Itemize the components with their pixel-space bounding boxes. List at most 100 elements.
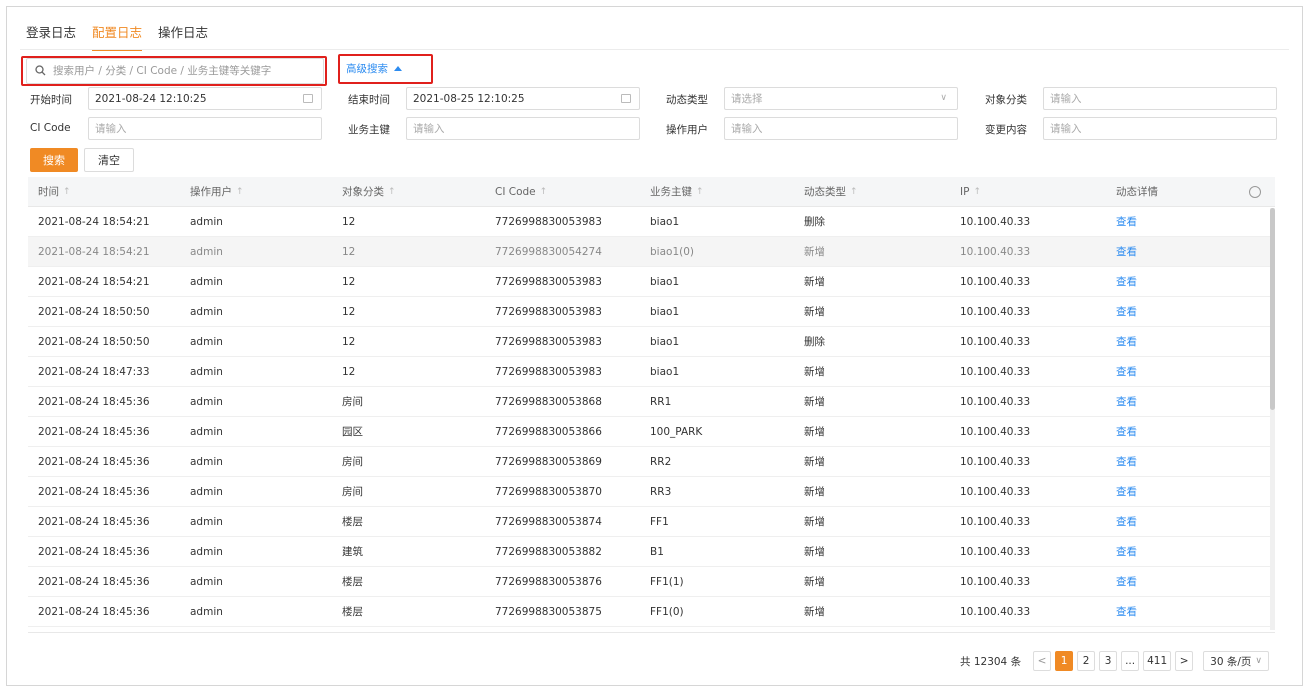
ci-code-input[interactable]: 请输入 [88,117,322,140]
log-tabs: 登录日志 配置日志 操作日志 [26,22,208,51]
dynamic-type-label: 动态类型 [666,94,708,106]
cell-time: 2021-08-24 18:50:50 [38,335,150,348]
cell-business-key: biao1 [650,365,680,378]
tab-operation-log[interactable]: 操作日志 [158,22,208,51]
column-header-business-key[interactable]: 业务主键 ↑ [640,177,794,206]
start-time-field[interactable]: 2021-08-24 12:10:25 [88,87,322,110]
table-row: 2021-08-24 18:54:21 admin 12 77269988300542… [28,237,1275,267]
operator-input[interactable]: 请输入 [724,117,958,140]
business-key-label: 业务主键 [348,124,390,136]
cell-ci-code: 7726998830053983 [495,305,602,318]
dynamic-type-select[interactable]: 请选择 ∨ [724,87,958,110]
cell-object-category: 12 [342,305,356,318]
page-411[interactable]: 411 [1143,651,1172,671]
ci-code-placeholder: 请输入 [95,123,127,135]
cell-detail-link[interactable]: 查看 [1106,447,1275,476]
object-category-input[interactable]: 请输入 [1043,87,1277,110]
cell-detail-link[interactable]: 查看 [1106,327,1275,356]
search-icon [35,65,47,77]
cell-ci-code: 7726998830054274 [495,245,602,258]
cell-detail-link[interactable]: 查看 [1106,267,1275,296]
table-row: 2021-08-24 18:45:36 admin 园区 77269988300538… [28,417,1275,447]
cell-ci-code: 7726998830053983 [495,335,602,348]
column-header-ci-code[interactable]: CI Code ↑ [485,177,640,206]
cell-time: 2021-08-24 18:50:50 [38,305,150,318]
table-row: 2021-08-24 18:45:36 admin 房间 77269988300538… [28,447,1275,477]
end-time-field[interactable]: 2021-08-25 12:10:25 [406,87,640,110]
cell-ci-code: 7726998830053983 [495,365,602,378]
cell-detail-link[interactable]: 查看 [1106,237,1275,266]
cell-operator: admin [190,575,223,588]
cell-ci-code: 7726998830053983 [495,275,602,288]
sort-icon: ↑ [973,186,981,197]
cell-detail-link[interactable]: 查看 [1106,207,1275,236]
table-row: 2021-08-24 18:45:36 admin 楼层 77269988300538… [28,597,1275,627]
cell-detail-link[interactable]: 查看 [1106,477,1275,506]
business-key-input[interactable]: 请输入 [406,117,640,140]
keyword-search-input[interactable] [53,65,323,77]
cell-ci-code: 7726998830053866 [495,425,602,438]
column-header-object-category[interactable]: 对象分类 ↑ [332,177,485,206]
cell-object-category: 12 [342,215,356,228]
scrollbar-thumb[interactable] [1270,208,1275,410]
sort-icon: ↑ [539,186,548,197]
tab-login-log[interactable]: 登录日志 [26,22,76,51]
cell-detail-link[interactable]: 查看 [1106,357,1275,386]
cell-business-key: biao1 [650,275,680,288]
cell-ci-code: 7726998830053983 [495,215,602,228]
table-scrollbar[interactable] [1270,208,1275,630]
cell-ip: 10.100.40.33 [960,395,1031,408]
column-header-operator[interactable]: 操作用户 ↑ [180,177,332,206]
next-page-button[interactable]: > [1175,651,1194,671]
calendar-icon [621,94,631,103]
table-row: 2021-08-24 18:45:36 admin 房间 77269988300538… [28,387,1275,417]
cell-detail-link[interactable]: 查看 [1106,417,1275,446]
cell-dynamic-type: 新增 [804,456,825,468]
cell-object-category: 建筑 [342,546,363,558]
cell-detail-link[interactable]: 查看 [1106,297,1275,326]
cell-business-key: biao1 [650,305,680,318]
cell-ci-code: 7726998830053874 [495,515,602,528]
change-content-input[interactable]: 请输入 [1043,117,1277,140]
page-1[interactable]: 1 [1055,651,1074,671]
cell-business-key: 100_PARK [650,425,703,438]
cell-dynamic-type: 新增 [804,396,825,408]
search-button[interactable]: 搜索 [30,148,78,172]
operator-placeholder: 请输入 [731,123,763,135]
advanced-search-toggle[interactable]: 高级搜索 [346,61,402,76]
table-body: 2021-08-24 18:54:21 admin 12 77269988300539… [28,207,1275,627]
cell-detail-link[interactable]: 查看 [1106,567,1275,596]
cell-ip: 10.100.40.33 [960,275,1031,288]
cell-detail-link[interactable]: 查看 [1106,387,1275,416]
cell-ci-code: 7726998830053870 [495,485,602,498]
cell-dynamic-type: 新增 [804,606,825,618]
table-row: 2021-08-24 18:45:36 admin 楼层 77269988300538… [28,567,1275,597]
column-header-ip[interactable]: IP ↑ [950,177,1106,206]
cell-detail-link[interactable]: 查看 [1106,597,1275,626]
cell-ci-code: 7726998830053876 [495,575,602,588]
column-header-dynamic-type[interactable]: 动态类型 ↑ [794,177,950,206]
page-size-select[interactable]: 30 条/页 ∨ [1203,651,1269,671]
prev-page-button[interactable]: < [1033,651,1052,671]
cell-time: 2021-08-24 18:45:36 [38,395,150,408]
tab-config-log[interactable]: 配置日志 [92,22,143,51]
start-time-label: 开始时间 [30,94,72,106]
cell-detail-link[interactable]: 查看 [1106,537,1275,566]
clear-button[interactable]: 清空 [84,148,134,172]
page-2[interactable]: 2 [1077,651,1096,671]
column-header-time[interactable]: 时间 ↑ [28,177,180,206]
page-ellipsis[interactable]: ... [1121,651,1140,671]
advanced-search-label: 高级搜索 [346,63,388,75]
start-time-value: 2021-08-24 12:10:25 [95,92,207,105]
cell-detail-link[interactable]: 查看 [1106,507,1275,536]
caret-up-icon [394,66,402,71]
change-content-placeholder: 请输入 [1050,123,1082,135]
gear-icon[interactable] [1249,186,1261,198]
page-3[interactable]: 3 [1099,651,1118,671]
cell-business-key: RR2 [650,455,672,468]
cell-time: 2021-08-24 18:45:36 [38,425,150,438]
cell-ip: 10.100.40.33 [960,425,1031,438]
cell-object-category: 楼层 [342,606,363,618]
table-row: 2021-08-24 18:54:21 admin 12 77269988300539… [28,207,1275,237]
cell-dynamic-type: 新增 [804,546,825,558]
